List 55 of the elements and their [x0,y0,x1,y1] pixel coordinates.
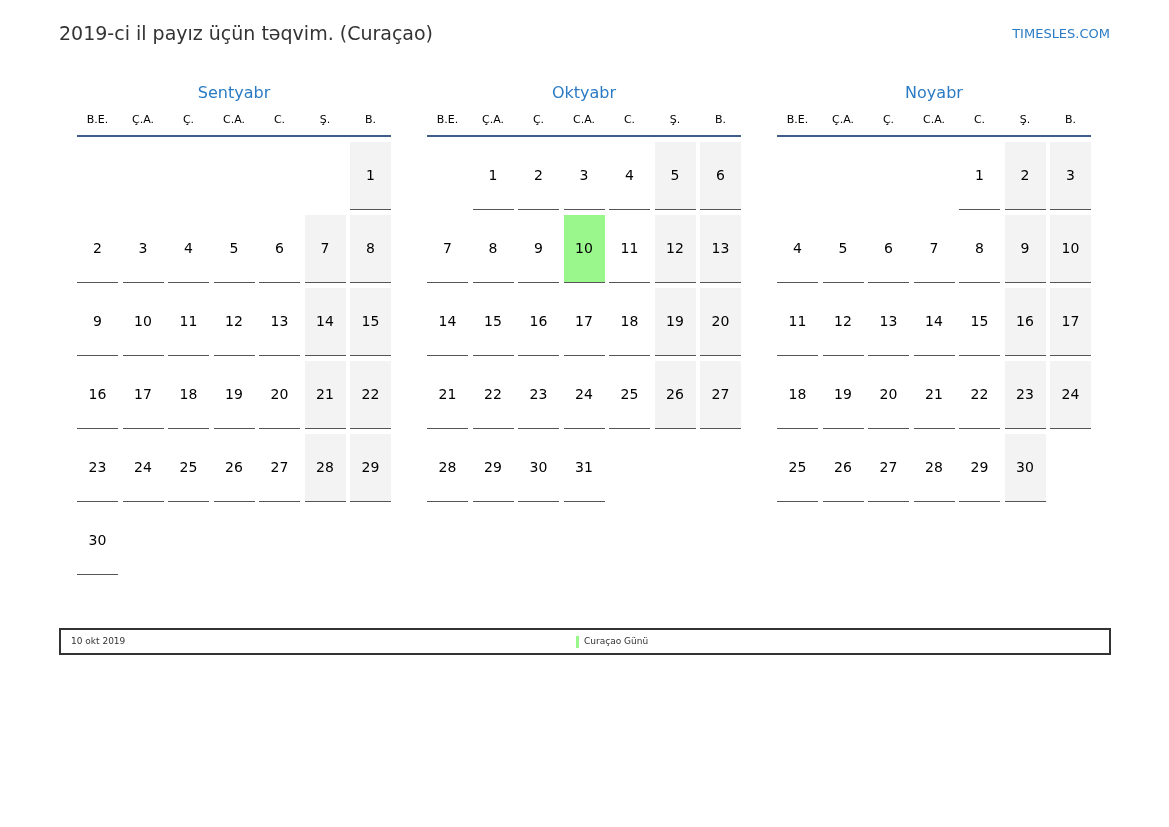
weekday-label: B. [363,112,377,128]
page-title: 2019-ci il payız üçün təqvim. (Curaçao) [59,21,434,46]
weekday-label: Ç.A. [481,112,505,128]
weekday-label: C.A. [922,112,946,128]
day-cell: 16 [1004,287,1046,356]
day-cell: 20 [700,287,741,356]
weekday-label: B. [713,112,727,128]
weekday-label: Ç. [531,112,546,128]
day-cell: 19 [654,287,696,356]
day-cell: 27 [700,360,741,429]
day-cell: 7 [304,214,346,283]
day-cell: 17 [1050,287,1091,356]
weekday-label: Ş. [318,112,332,128]
day-cell: 13 [700,214,741,283]
month-title: Sentyabr [197,82,271,104]
weekday-label: C. [972,112,987,128]
day-cell: 8 [350,214,391,283]
day-cell: 30 [1004,433,1046,502]
day-cell: 22 [350,360,391,429]
weekday-label: Ç.A. [131,112,155,128]
day-cell: 3 [1050,141,1091,210]
month-title: Noyabr [905,82,963,104]
day-cell: 23 [1004,360,1046,429]
weekday-label: Ç. [881,112,896,128]
month-title: Oktyabr [551,82,617,104]
weekday-label: Ş. [668,112,682,128]
day-cell: 1 [350,141,391,210]
day-cell: 5 [654,141,696,210]
weekday-label: C. [272,112,287,128]
day-cell: 9 [1004,214,1046,283]
weekday-label: C. [622,112,637,128]
weekday-label: B.E. [785,112,810,128]
holiday-name: Curaçao Günü [584,634,649,648]
weekday-label: C.A. [222,112,246,128]
weekday-label: Ç.A. [831,112,855,128]
day-cell: 26 [654,360,696,429]
weekday-label: B.E. [435,112,460,128]
holiday-date: 10 okt 2019 [71,634,127,648]
weekday-label: Ç. [181,112,196,128]
day-cell: 10 [563,214,605,283]
weekday-label: B.E. [85,112,110,128]
day-cell: 12 [654,214,696,283]
weekday-label: Ş. [1018,112,1032,128]
day-cell: 24 [1050,360,1091,429]
day-cell: 10 [1050,214,1091,283]
site-link[interactable]: TIMESLES.COM [1012,24,1110,44]
weekday-label: C.A. [572,112,596,128]
day-cell: 29 [350,433,391,502]
day-cell: 14 [304,287,346,356]
day-cell: 2 [1004,141,1046,210]
day-cell: 15 [350,287,391,356]
day-cell: 21 [304,360,346,429]
day-cell: 28 [304,433,346,502]
weekday-label: B. [1063,112,1077,128]
day-cell: 6 [700,141,741,210]
